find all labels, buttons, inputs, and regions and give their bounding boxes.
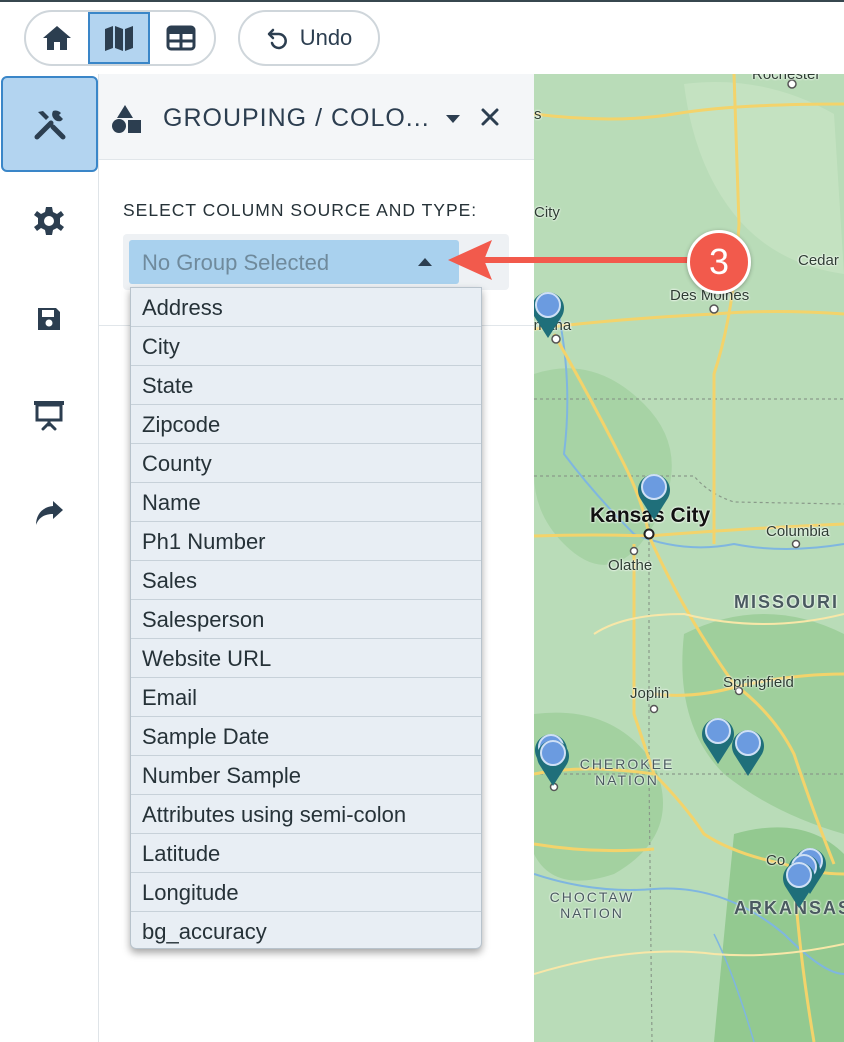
presentation-icon [34,401,64,431]
map-label-missouri: MISSOURI [734,592,840,612]
map-icon [105,26,133,51]
map-pin[interactable] [534,734,573,788]
caret-up-icon [418,258,432,266]
group-select-value: No Group Selected [142,250,330,275]
view-toggle-group [24,10,216,66]
map-pin[interactable] [728,724,768,778]
step-badge: 3 [687,230,751,294]
dropdown-option[interactable]: Address [131,288,481,327]
dropdown-option[interactable]: Email [131,678,481,717]
dropdown-option[interactable]: Attributes using semi-colon [131,795,481,834]
dropdown-option[interactable]: Latitude [131,834,481,873]
map-pin[interactable] [534,286,568,340]
dropdown-option[interactable]: City [131,327,481,366]
rail-presentation-button[interactable] [0,366,98,464]
shapes-icon [112,105,141,133]
dropdown-option[interactable]: Ph1 Number [131,522,481,561]
map-view[interactable]: Rochester s City Cedar Des Moines Omaha … [534,74,844,1042]
map-label-cedar: Cedar [798,252,839,269]
top-border [0,0,844,2]
table-icon [166,25,196,51]
map-label-columbia: Columbia [766,523,830,540]
rail-tools-button[interactable] [1,76,98,172]
section-label: SELECT COLUMN SOURCE AND TYPE: [123,200,478,220]
map-label-joplin: Joplin [630,685,670,702]
undo-label: Undo [299,25,353,50]
close-icon[interactable] [480,107,500,127]
rail-save-button[interactable] [0,270,98,368]
table-view-button[interactable] [150,12,212,64]
map-label-s: s [534,106,542,123]
dropdown-option[interactable]: County [131,444,481,483]
dropdown-option[interactable]: bg_accuracy [131,912,481,951]
dropdown-option[interactable]: Website URL [131,639,481,678]
map-label-springfield: Springfield [723,674,794,691]
map-view-button[interactable] [88,12,150,64]
tools-icon [34,110,65,140]
rail-settings-button[interactable] [0,172,98,270]
panel-header: GROUPING / COLO... [99,74,534,160]
dropdown-option[interactable]: Sample Date [131,717,481,756]
group-select[interactable]: No Group Selected [129,240,459,284]
home-icon [43,26,71,50]
home-button[interactable] [26,12,88,64]
side-rail [0,74,99,1042]
group-dropdown-list: Address City State Zipcode County Name Ph1 Num… [130,287,482,949]
undo-button[interactable]: Undo [238,10,380,66]
map-pin[interactable] [779,856,819,910]
share-icon [36,501,63,525]
dropdown-option[interactable]: Name [131,483,481,522]
map-label-choctaw: CHOCTAW NATION [549,889,635,921]
dropdown-option[interactable]: Zipcode [131,405,481,444]
dropdown-option[interactable]: Salesperson [131,600,481,639]
map-label-rochester: Rochester [752,74,821,83]
annotation-arrow [448,240,698,280]
save-icon [38,308,60,330]
panel-title: GROUPING / COLO... [163,104,430,132]
gear-icon [34,207,64,235]
dropdown-option[interactable]: Number Sample [131,756,481,795]
map-pin[interactable] [634,468,674,522]
dropdown-option[interactable]: Longitude [131,873,481,912]
caret-down-icon[interactable] [445,114,461,124]
map-label-olathe: Olathe [608,557,653,574]
map-label-city: City [534,204,560,221]
map-label-cherokee: CHEROKEE NATION [579,756,675,788]
rail-share-button[interactable] [0,464,98,562]
undo-icon [267,28,287,50]
dropdown-option[interactable]: State [131,366,481,405]
dropdown-option[interactable]: Sales [131,561,481,600]
